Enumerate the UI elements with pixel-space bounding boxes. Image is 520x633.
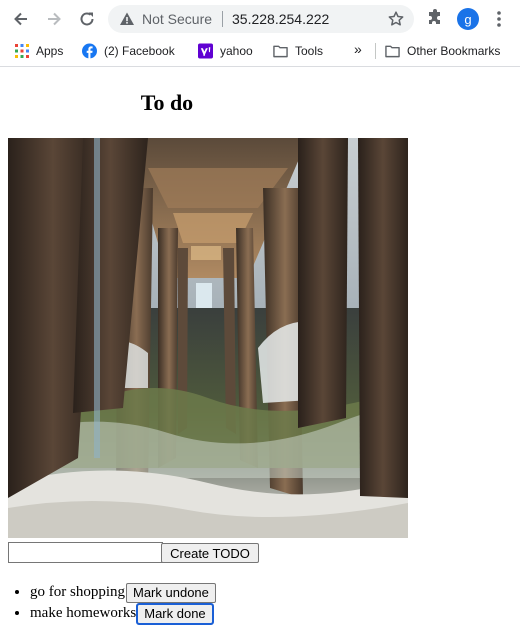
page-title: To do: [140, 90, 194, 115]
create-todo-button[interactable]: Create TODO: [161, 543, 259, 563]
omnibox-divider: [222, 11, 223, 27]
warning-icon[interactable]: [119, 11, 135, 32]
address-bar[interactable]: Not Secure 35.228.254.222: [108, 5, 414, 33]
more-menu-icon[interactable]: [494, 9, 504, 34]
bookmarks-overflow-button[interactable]: »: [354, 41, 362, 57]
bookmark-facebook-label: (2) Facebook: [104, 43, 175, 58]
profile-avatar[interactable]: g: [457, 8, 479, 30]
bookmarks-bar: Apps (2) Facebook yahoo Tools » Other Bo…: [0, 37, 520, 67]
bookmarks-divider: [375, 43, 376, 59]
folder-icon: [385, 43, 400, 58]
forward-icon[interactable]: [43, 8, 65, 30]
bookmark-yahoo[interactable]: yahoo: [198, 43, 253, 58]
apps-grid-icon: [14, 43, 29, 58]
url-text[interactable]: 35.228.254.222: [232, 11, 329, 27]
mark-undone-button[interactable]: Mark undone: [126, 582, 216, 603]
todo-text: make homeworks: [30, 605, 137, 621]
browser-toolbar: Not Secure 35.228.254.222 g: [0, 0, 520, 37]
extensions-icon[interactable]: [425, 8, 445, 33]
yahoo-icon: [198, 43, 213, 58]
bookmark-apps-label: Apps: [36, 43, 64, 58]
bookmark-folder-tools[interactable]: Tools: [273, 43, 323, 58]
bookmark-other-bookmarks[interactable]: Other Bookmarks: [385, 43, 500, 58]
bookmark-other-label: Other Bookmarks: [407, 43, 501, 58]
todo-list: go for shoppingMark undone make homework…: [0, 582, 216, 625]
reload-icon[interactable]: [76, 8, 98, 30]
bookmark-tools-label: Tools: [295, 43, 324, 58]
bookmark-yahoo-label: yahoo: [220, 43, 253, 58]
pier-photo: [8, 138, 408, 538]
folder-icon: [273, 43, 288, 58]
todo-text: go for shopping: [30, 584, 125, 600]
todo-input[interactable]: [8, 542, 163, 563]
list-item: make homeworksMark done: [30, 602, 216, 625]
facebook-icon: [82, 43, 97, 58]
mark-done-button[interactable]: Mark done: [136, 602, 214, 625]
bookmark-facebook[interactable]: (2) Facebook: [82, 43, 175, 58]
list-item: go for shoppingMark undone: [30, 582, 216, 603]
bookmark-apps[interactable]: Apps: [14, 43, 63, 58]
back-icon[interactable]: [10, 8, 32, 30]
bookmark-star-icon[interactable]: [387, 10, 405, 33]
security-status[interactable]: Not Secure: [142, 11, 212, 27]
